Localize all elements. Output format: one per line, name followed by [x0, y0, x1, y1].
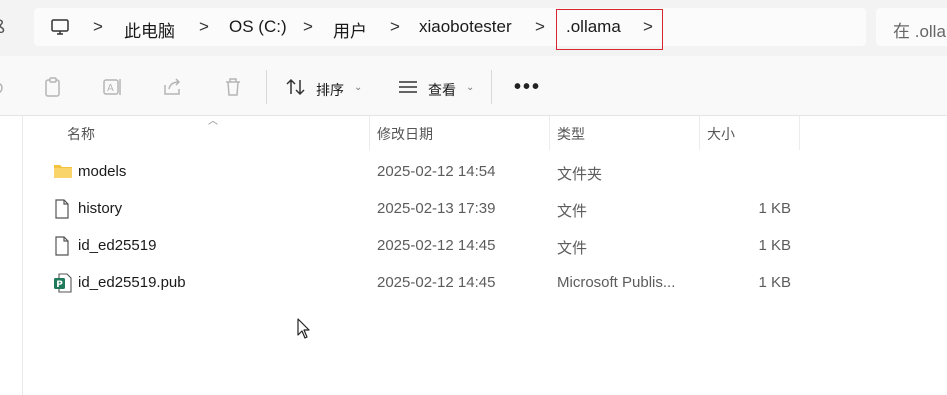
column-divider[interactable]	[369, 116, 370, 150]
table-row[interactable]: history 2025-02-13 17:39 文件 1 KB	[47, 191, 807, 227]
file-size: 1 KB	[758, 200, 791, 217]
sort-icon[interactable]	[285, 76, 307, 103]
file-name: id_ed25519.pub	[78, 274, 186, 291]
rename-icon[interactable]: A	[102, 76, 124, 103]
file-icon	[53, 199, 71, 224]
delete-icon[interactable]	[222, 76, 244, 103]
file-list-pane: ︿ 名称 修改日期 类型 大小 models 2025-02-12 14:54 …	[22, 116, 947, 395]
view-icon[interactable]	[397, 76, 419, 103]
more-options-button[interactable]: •••	[514, 76, 541, 99]
chevron-down-icon: ⌄	[466, 82, 475, 93]
file-modified: 2025-02-13 17:39	[377, 200, 496, 217]
breadcrumb-os-c[interactable]: OS (C:)	[229, 17, 287, 37]
sort-button[interactable]: 排序	[316, 80, 344, 100]
file-name: history	[78, 200, 123, 217]
table-row[interactable]: id_ed25519 2025-02-12 14:45 文件 1 KB	[47, 228, 807, 264]
computer-icon[interactable]	[50, 17, 70, 42]
breadcrumb-users[interactable]: 用户	[333, 17, 367, 42]
left-edge-glyph: ß	[0, 17, 5, 38]
publisher-icon: P	[53, 273, 73, 298]
breadcrumb-separator[interactable]: >	[535, 17, 545, 37]
chevron-down-icon: ⌄	[354, 82, 363, 93]
view-button[interactable]: 查看	[428, 80, 456, 100]
breadcrumb-separator[interactable]: >	[93, 17, 103, 37]
toolbar-divider	[491, 70, 492, 104]
toolbar-divider	[266, 70, 267, 104]
column-divider[interactable]	[799, 116, 800, 150]
file-type: Microsoft Publis...	[557, 274, 676, 291]
file-name: models	[78, 163, 127, 180]
file-name: id_ed25519	[78, 237, 157, 254]
cut-icon[interactable]	[0, 76, 8, 103]
column-header-size[interactable]: 大小	[707, 124, 735, 144]
column-divider[interactable]	[549, 116, 550, 150]
svg-text:A: A	[107, 83, 114, 94]
highlight-box	[556, 9, 663, 50]
file-type: 文件	[557, 240, 588, 257]
file-size: 1 KB	[758, 237, 791, 254]
table-row[interactable]: models 2025-02-12 14:54 文件夹	[47, 154, 807, 190]
column-header-type[interactable]: 类型	[557, 124, 585, 144]
file-modified: 2025-02-12 14:54	[377, 163, 496, 180]
svg-text:P: P	[56, 280, 63, 290]
column-header-modified[interactable]: 修改日期	[377, 124, 433, 144]
sort-ascending-icon: ︿	[208, 116, 218, 127]
breadcrumb-separator[interactable]: >	[199, 17, 209, 37]
share-icon[interactable]	[162, 76, 184, 103]
command-bar: A 排序 ⌄ 查看 ⌄ •••	[0, 56, 947, 116]
folder-icon	[53, 162, 73, 185]
breadcrumb-separator[interactable]: >	[390, 17, 400, 37]
file-size: 1 KB	[758, 274, 791, 291]
address-row: ß > 此电脑 > OS (C:) > 用户 > xiaobotester > …	[0, 0, 947, 56]
column-header-name[interactable]: 名称	[67, 124, 95, 144]
mouse-cursor-icon	[297, 318, 311, 345]
file-type: 文件	[557, 203, 588, 220]
breadcrumb-this-pc[interactable]: 此电脑	[124, 17, 175, 42]
file-icon	[53, 236, 71, 261]
file-modified: 2025-02-12 14:45	[377, 274, 496, 291]
breadcrumb-user[interactable]: xiaobotester	[419, 17, 512, 37]
file-type: 文件夹	[557, 166, 603, 183]
table-row[interactable]: P id_ed25519.pub 2025-02-12 14:45 Micros…	[47, 265, 807, 301]
breadcrumb-separator[interactable]: >	[303, 17, 313, 37]
search-placeholder: 在 .olla	[893, 22, 946, 41]
copy-icon[interactable]	[43, 76, 63, 103]
column-divider[interactable]	[699, 116, 700, 150]
file-modified: 2025-02-12 14:45	[377, 237, 496, 254]
